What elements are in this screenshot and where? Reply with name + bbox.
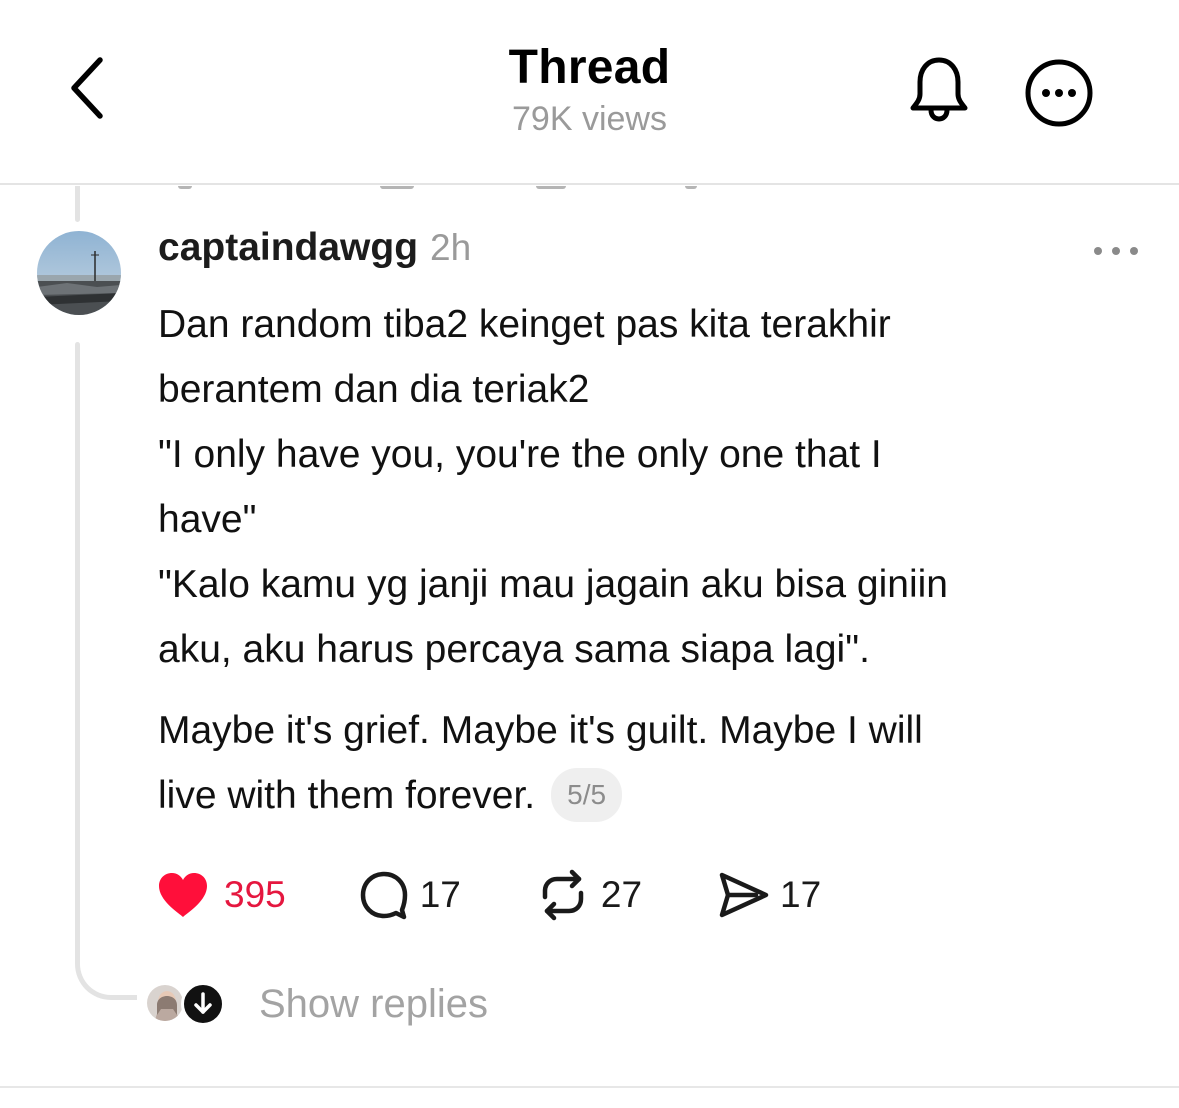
like-count: 395 bbox=[224, 874, 286, 915]
avatar-landscape-image bbox=[37, 231, 121, 315]
previous-post-remnant bbox=[0, 186, 1179, 190]
post-actions: 395 17 27 17 bbox=[156, 862, 821, 928]
view-count: 79K views bbox=[512, 100, 667, 138]
thread-header: Thread 79K views bbox=[0, 0, 1179, 185]
post-header: captaindawgg 2h bbox=[158, 226, 471, 282]
header-divider bbox=[0, 183, 1179, 185]
heart-filled-icon bbox=[159, 873, 207, 917]
post-text: Dan random tiba2 keinget pas kita terakh… bbox=[158, 292, 1118, 828]
thread-line-top bbox=[75, 186, 80, 222]
replier-avatar bbox=[145, 983, 185, 1023]
bell-icon bbox=[910, 57, 968, 122]
comment-bubble-icon bbox=[360, 871, 407, 920]
send-icon bbox=[719, 872, 769, 918]
share-count: 17 bbox=[780, 874, 822, 915]
post-timestamp: 2h bbox=[430, 227, 472, 268]
thread-line bbox=[75, 342, 80, 952]
repost-icon bbox=[542, 869, 584, 921]
post-line: "Kalo kamu yg janji mau jagain aku bisa … bbox=[158, 563, 948, 606]
thread-line-curve bbox=[75, 930, 137, 1000]
reply-avatars bbox=[145, 981, 227, 1027]
more-horizontal-icon bbox=[1094, 247, 1138, 255]
thread-position-badge: 5/5 bbox=[551, 768, 623, 822]
post-line: berantem dan dia teriak2 bbox=[158, 368, 590, 411]
post-line: "I only have you, you're the only one th… bbox=[158, 433, 882, 476]
repost-count: 27 bbox=[600, 874, 643, 915]
post-line: Dan random tiba2 keinget pas kita terakh… bbox=[158, 303, 891, 346]
post-line: live with them forever. 5/5 bbox=[158, 763, 1118, 828]
reply-count: 17 bbox=[419, 874, 461, 915]
reply-expand-badge bbox=[181, 982, 225, 1026]
post-more-button[interactable] bbox=[1088, 236, 1144, 266]
more-circle-icon bbox=[1025, 59, 1093, 127]
like-button[interactable]: 395 bbox=[156, 871, 286, 919]
username[interactable]: captaindawgg bbox=[158, 226, 418, 270]
show-replies-label: Show replies bbox=[259, 981, 489, 1026]
avatar[interactable] bbox=[37, 231, 121, 315]
post-line: have" bbox=[158, 498, 257, 541]
share-button[interactable]: 17 bbox=[716, 869, 821, 921]
reply-button[interactable]: 17 bbox=[358, 869, 461, 921]
arrow-down-icon bbox=[194, 992, 212, 1014]
repost-button[interactable]: 27 bbox=[535, 869, 642, 921]
more-options-button[interactable] bbox=[1022, 56, 1096, 130]
page-title: Thread bbox=[508, 41, 671, 94]
post-line: Maybe it's grief. Maybe it's guilt. Mayb… bbox=[158, 709, 923, 752]
post-line-text: live with them forever. bbox=[158, 774, 536, 817]
show-replies-button[interactable]: Show replies bbox=[145, 979, 488, 1029]
post-line: aku, aku harus percaya sama siapa lagi". bbox=[158, 628, 870, 671]
bottom-divider bbox=[0, 1086, 1179, 1088]
replier-avatar-image bbox=[147, 985, 183, 1021]
notifications-button[interactable] bbox=[903, 52, 975, 124]
